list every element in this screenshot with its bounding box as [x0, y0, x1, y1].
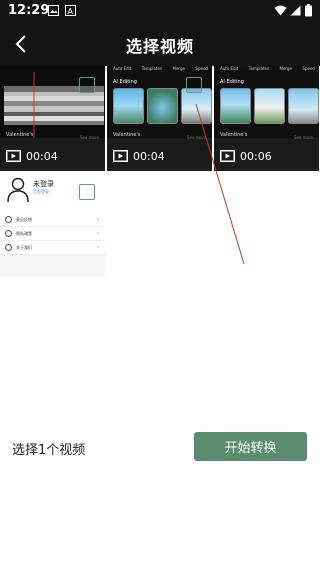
menu-item-label: 意见反馈 [16, 216, 32, 222]
start-convert-button[interactable]: 开始转换 [194, 432, 307, 461]
video-play-icon [6, 150, 21, 162]
status-time: 12:29 [8, 3, 50, 18]
navbar: 选择视频 [0, 22, 320, 66]
video-duration: 00:04 [133, 149, 165, 163]
select-checkbox[interactable] [79, 77, 95, 93]
duration-box: 00:04 [6, 148, 58, 164]
duration-box: 00:04 [113, 148, 165, 164]
select-checkbox[interactable] [186, 77, 202, 93]
preview-tab: Templates [248, 66, 270, 71]
login-status: 未登录 [33, 180, 54, 188]
preview-thumb [181, 88, 212, 124]
preview-thumb [147, 88, 178, 124]
user-avatar-icon [7, 177, 29, 203]
ai-editing-label: AI Editing [113, 79, 137, 85]
page-title: 选择视频 [125, 37, 194, 56]
video-caption: Valentine's [6, 132, 34, 138]
selection-count-label: 选择1个视频 [12, 443, 86, 458]
preview-tab: Templates [141, 66, 163, 71]
video-play-icon [113, 150, 128, 162]
video-play-icon [220, 150, 235, 162]
menu-item-feedback: 意见反馈 › [0, 213, 105, 227]
chevron-right-icon: › [96, 244, 99, 251]
duration-box: 00:06 [220, 148, 272, 164]
video-tile-2[interactable]: Auto Edit Templates Merge Speed AI Editi… [107, 66, 212, 171]
preview-tabs: Auto Edit Templates Merge Speed [220, 66, 315, 74]
video-caption: Valentine's [113, 132, 141, 138]
menu-item-privacy: 隐私政策 › [0, 227, 105, 241]
preview-tab: Auto Edit [220, 66, 239, 71]
video-tile-4[interactable]: 未登录 立即登录 意见反馈 › 隐私政策 › 关于我们 › [0, 173, 105, 277]
preview-tabs: Auto Edit Templates Merge Speed [113, 66, 208, 74]
privacy-icon [5, 230, 12, 237]
see-more-link: See more [79, 135, 99, 140]
preview-tab: Speed [195, 66, 208, 71]
about-icon [5, 244, 12, 251]
preview-tab: Merge [172, 66, 186, 71]
chevron-right-icon: › [96, 216, 99, 223]
see-more-link: See more [293, 135, 313, 140]
preview-thumb [113, 88, 144, 124]
menu-item-label: 隐私政策 [16, 230, 32, 236]
select-checkbox[interactable] [79, 184, 95, 200]
preview-tab: Merge [279, 66, 293, 71]
status-bar: 12:29 A [0, 0, 320, 22]
see-more-link: See more [186, 135, 206, 140]
ai-editing-label: AI Editing [220, 79, 244, 85]
preview-thumbs [113, 88, 212, 124]
video-caption: Valentine's [220, 132, 248, 138]
video-duration: 00:04 [26, 149, 58, 163]
video-tile-3[interactable]: Auto Edit Templates Merge Speed AI Editi… [214, 66, 319, 171]
login-link: 立即登录 [33, 189, 49, 194]
video-duration: 00:06 [240, 149, 272, 163]
preview-thumbs [220, 88, 319, 124]
feedback-icon [5, 216, 12, 223]
preview-tab: Speed [302, 66, 315, 71]
wifi-icon [274, 5, 287, 16]
a-box-icon: A [65, 5, 76, 16]
video-tile-1[interactable]: Valentine's See more 00:04 [0, 66, 105, 171]
svg-text:A: A [68, 7, 74, 16]
signal-icon [290, 5, 301, 16]
image-icon [48, 5, 59, 16]
settings-menu: 意见反馈 › 隐私政策 › 关于我们 › [0, 213, 105, 277]
menu-item-label: 关于我们 [16, 244, 32, 250]
chevron-right-icon: › [96, 230, 99, 237]
preview-thumb [288, 88, 319, 124]
menu-item-about: 关于我们 › [0, 241, 105, 255]
battery-icon [305, 4, 312, 17]
preview-thumb [254, 88, 285, 124]
preview-tab: Auto Edit [113, 66, 132, 71]
video-thumbnail: Auto Edit Templates Merge Speed AI Editi… [214, 66, 319, 138]
preview-thumb [220, 88, 251, 124]
